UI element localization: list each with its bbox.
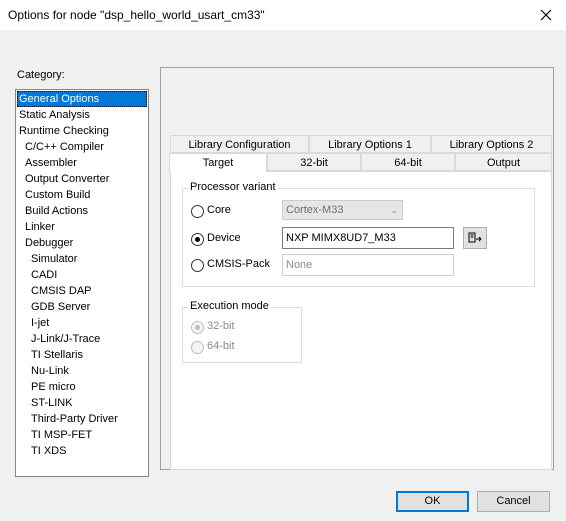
device-label: Device	[207, 232, 241, 244]
category-item-third-party-driver[interactable]: Third-Party Driver	[16, 411, 148, 427]
tab-library-options-1[interactable]: Library Options 1	[309, 135, 431, 153]
tab-target[interactable]: Target	[169, 153, 267, 172]
core-select-value: Cortex-M33	[286, 204, 344, 216]
title-bar: Options for node "dsp_hello_world_usart_…	[0, 0, 566, 30]
core-radio[interactable]	[191, 205, 204, 218]
category-item-linker[interactable]: Linker	[16, 219, 148, 235]
category-item-ti-xds[interactable]: TI XDS	[16, 443, 148, 459]
category-item-debugger[interactable]: Debugger	[16, 235, 148, 251]
cmsis-pack-field: None	[282, 254, 454, 276]
tab-library-options-2[interactable]: Library Options 2	[431, 135, 552, 153]
window-title: Options for node "dsp_hello_world_usart_…	[8, 8, 265, 22]
category-label: Category:	[17, 69, 65, 81]
category-item-simulator[interactable]: Simulator	[16, 251, 148, 267]
select-device-button[interactable]	[463, 227, 487, 249]
close-icon	[540, 9, 552, 21]
mode-32-bit-label: 32-bit	[207, 320, 235, 332]
execution-mode-title: Execution mode	[188, 300, 271, 312]
tab-library-configuration[interactable]: Library Configuration	[170, 135, 309, 153]
tab-32-bit[interactable]: 32-bit	[267, 153, 361, 171]
select-device-icon	[468, 232, 482, 243]
category-item-assembler[interactable]: Assembler	[16, 155, 148, 171]
cancel-button[interactable]: Cancel	[477, 491, 550, 512]
mode-64-bit-label: 64-bit	[207, 340, 235, 352]
ok-button[interactable]: OK	[396, 491, 469, 512]
category-item-static-analysis[interactable]: Static Analysis	[16, 107, 148, 123]
cmsis-pack-radio[interactable]	[191, 259, 204, 272]
tab-64-bit[interactable]: 64-bit	[361, 153, 455, 171]
category-item-pe-micro[interactable]: PE micro	[16, 379, 148, 395]
category-item-ti-stellaris[interactable]: TI Stellaris	[16, 347, 148, 363]
device-field[interactable]: NXP MIMX8UD7_M33	[282, 227, 454, 249]
category-item-nu-link[interactable]: Nu-Link	[16, 363, 148, 379]
category-item-build-actions[interactable]: Build Actions	[16, 203, 148, 219]
category-item-i-jet[interactable]: I-jet	[16, 315, 148, 331]
category-item-c-compiler[interactable]: C/C++ Compiler	[16, 139, 148, 155]
category-item-cmsis-dap[interactable]: CMSIS DAP	[16, 283, 148, 299]
category-item-jlink-jtrace[interactable]: J-Link/J-Trace	[16, 331, 148, 347]
category-item-general-options[interactable]: General Options	[17, 91, 147, 107]
execution-mode-group	[182, 307, 302, 363]
close-button[interactable]	[530, 1, 562, 29]
mode-64-bit-radio	[191, 341, 204, 354]
mode-32-bit-radio	[191, 321, 204, 334]
category-item-cadi[interactable]: CADI	[16, 267, 148, 283]
category-item-ti-msp-fet[interactable]: TI MSP-FET	[16, 427, 148, 443]
chevron-down-icon: ⌄	[390, 205, 398, 215]
category-list[interactable]: General Options Static Analysis Runtime …	[15, 89, 149, 477]
category-item-st-link[interactable]: ST-LINK	[16, 395, 148, 411]
core-select: Cortex-M33 ⌄	[282, 200, 403, 220]
device-radio[interactable]	[191, 233, 204, 246]
cmsis-pack-label: CMSIS-Pack	[207, 258, 270, 270]
category-item-gdb-server[interactable]: GDB Server	[16, 299, 148, 315]
category-item-custom-build[interactable]: Custom Build	[16, 187, 148, 203]
category-item-runtime-checking[interactable]: Runtime Checking	[16, 123, 148, 139]
category-item-output-converter[interactable]: Output Converter	[16, 171, 148, 187]
core-label: Core	[207, 204, 231, 216]
tab-output[interactable]: Output	[455, 153, 552, 171]
processor-variant-title: Processor variant	[188, 181, 278, 193]
